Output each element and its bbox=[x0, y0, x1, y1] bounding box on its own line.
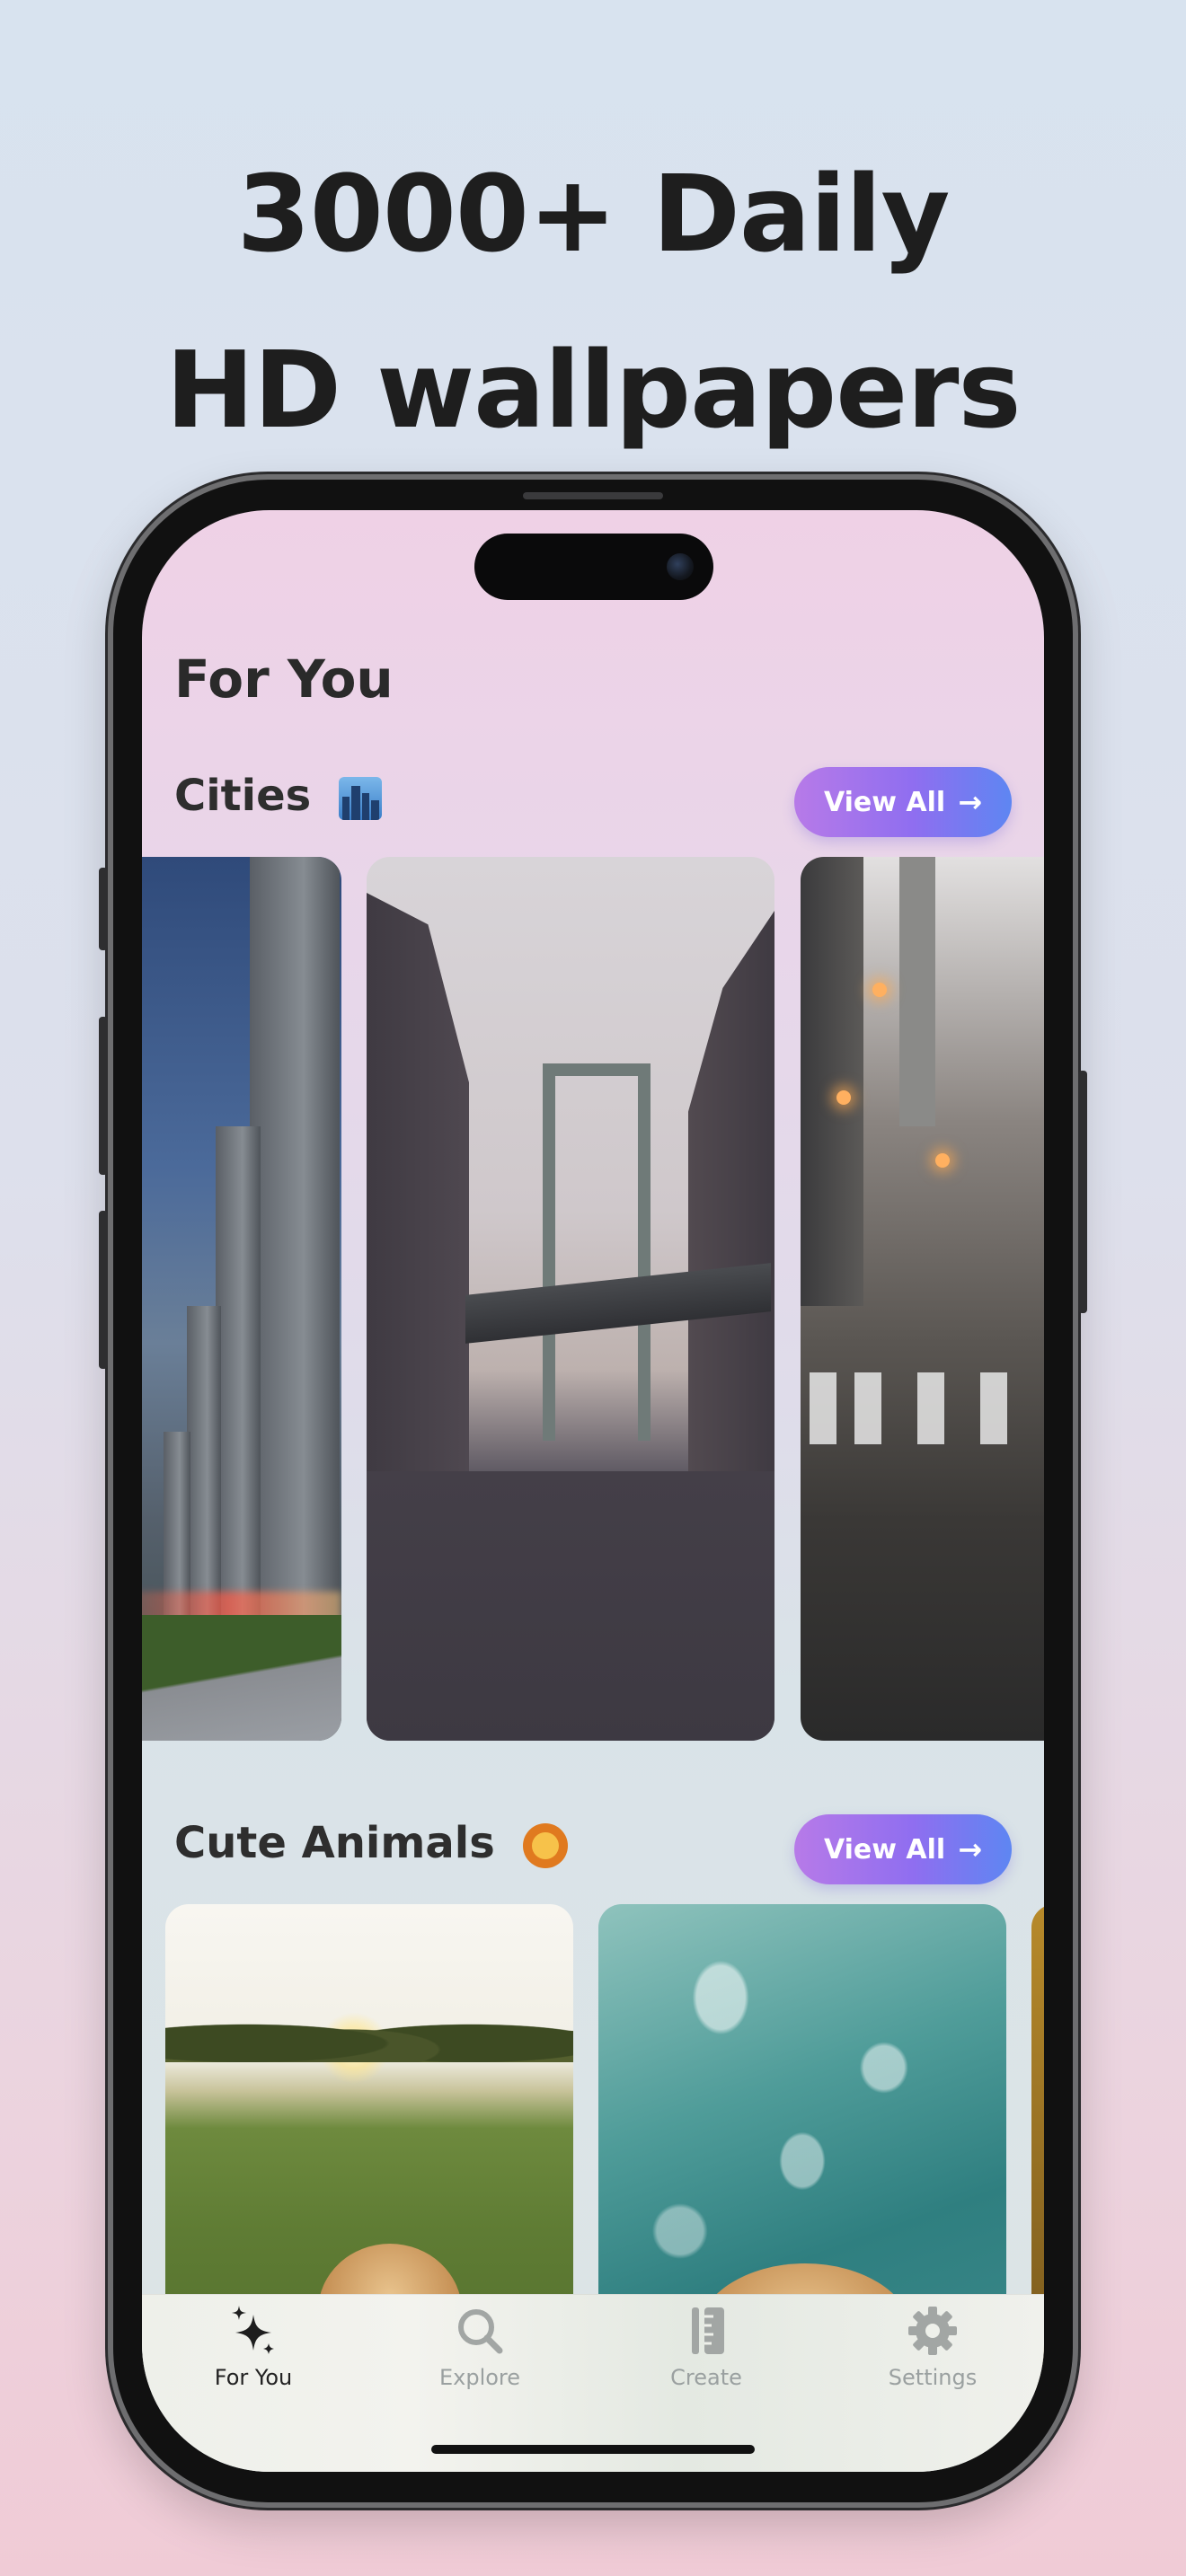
headline-line-1: 3000+ Daily bbox=[236, 152, 951, 276]
action-button bbox=[99, 868, 108, 950]
tab-label: Create bbox=[670, 2365, 742, 2390]
tab-settings[interactable]: Settings bbox=[843, 2304, 1022, 2403]
ruler-pencil-icon bbox=[679, 2304, 733, 2358]
headline-line-2: HD wallpapers bbox=[165, 328, 1021, 452]
tab-label: Settings bbox=[888, 2365, 978, 2390]
page-title: For You bbox=[174, 648, 394, 710]
marketing-headline: 3000+ Daily HD wallpapers bbox=[0, 126, 1186, 478]
tab-for-you[interactable]: For You bbox=[164, 2304, 343, 2403]
lion-emoji-icon bbox=[522, 1823, 568, 1868]
tab-explore[interactable]: Explore bbox=[390, 2304, 570, 2403]
cityscape-emoji-icon bbox=[338, 777, 382, 820]
arrow-right-icon: → bbox=[958, 1832, 983, 1866]
view-all-cities-button[interactable]: View All → bbox=[794, 767, 1012, 837]
power-button bbox=[1078, 1071, 1087, 1313]
front-camera-icon bbox=[667, 553, 694, 580]
sparkles-icon bbox=[226, 2304, 280, 2358]
earpiece-speaker bbox=[523, 492, 663, 499]
section-title-text: Cities bbox=[174, 771, 312, 821]
volume-down-button bbox=[99, 1211, 108, 1369]
section-title-cities: Cities bbox=[174, 771, 382, 821]
wallpaper-card-city-2[interactable] bbox=[367, 857, 774, 1741]
view-all-label: View All bbox=[823, 786, 946, 818]
wallpaper-card-city-1[interactable] bbox=[142, 857, 341, 1741]
tab-label: For You bbox=[214, 2365, 293, 2390]
gear-icon bbox=[906, 2304, 960, 2358]
home-indicator[interactable] bbox=[431, 2445, 755, 2454]
app-screen: For You Cities View All → Cute Animals V… bbox=[142, 510, 1044, 2472]
section-title-text: Cute Animals bbox=[174, 1818, 495, 1868]
section-title-cute-animals: Cute Animals bbox=[174, 1818, 568, 1868]
view-all-label: View All bbox=[823, 1833, 946, 1866]
tab-create[interactable]: Create bbox=[616, 2304, 796, 2403]
dynamic-island bbox=[474, 534, 713, 600]
volume-up-button bbox=[99, 1017, 108, 1175]
arrow-right-icon: → bbox=[958, 785, 983, 819]
magnifier-icon bbox=[453, 2304, 507, 2358]
view-all-animals-button[interactable]: View All → bbox=[794, 1814, 1012, 1884]
wallpaper-card-city-3[interactable] bbox=[801, 857, 1044, 1741]
tab-label: Explore bbox=[438, 2365, 521, 2390]
